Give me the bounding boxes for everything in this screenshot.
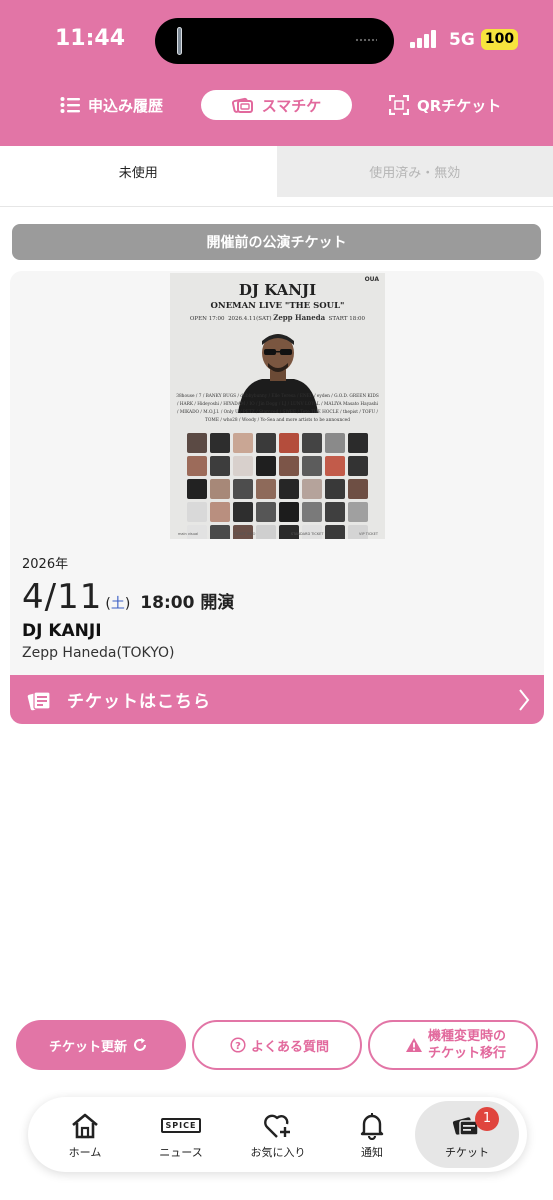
home-icon (72, 1113, 98, 1138)
section-label: 開催前の公演チケット (12, 224, 541, 260)
tab-unused[interactable]: 未使用 (0, 146, 277, 197)
dynamic-island (155, 18, 394, 64)
faq-button[interactable]: ? よくある質問 (192, 1020, 362, 1070)
list-icon (60, 97, 80, 113)
tab-used-invalid[interactable]: 使用済み・無効 (276, 146, 553, 197)
signal-icon (410, 30, 440, 48)
island-dots (355, 38, 377, 42)
event-day-of-week: (土) (105, 596, 131, 612)
tabbar-favorites[interactable]: お気に入り (228, 1097, 328, 1172)
poster-title: DJ KANJI (238, 281, 317, 299)
refresh-ticket-label: チケット更新 (48, 1039, 127, 1055)
network-type: 5G (449, 30, 475, 50)
event-poster: OUA DJ KANJI ONEMAN LIVE "THE SOUL" OPEN… (170, 273, 385, 539)
device-transfer-label: 機種変更時の チケット移行 (427, 1029, 506, 1061)
tab-label: スマチケ (261, 96, 322, 115)
usage-tabs: 未使用 使用済み・無効 (0, 146, 553, 197)
chevron-right-icon (519, 689, 530, 711)
tab-label: 申込み履歴 (88, 96, 164, 115)
tabbar-favorites-label: お気に入り (250, 1145, 306, 1159)
bottom-tab-bar: ホーム SPICE ニュース お気に入り 通知 チケット 1 (28, 1097, 527, 1172)
help-circle-icon: ? (230, 1037, 246, 1053)
tab-qr-ticket[interactable]: QRチケット (389, 90, 501, 120)
tabbar-notifications-label: 通知 (361, 1145, 383, 1159)
refresh-icon (134, 1038, 146, 1051)
event-venue: Zepp Haneda(TOKYO) (22, 645, 175, 661)
divider (0, 206, 553, 207)
tab-application-history[interactable]: 申込み履歴 (60, 90, 163, 120)
bell-icon (360, 1112, 384, 1140)
poster-info: OPEN 17:00 2026.4.11(SAT) Zepp Haneda ST… (189, 313, 366, 322)
view-ticket-button[interactable]: チケットはこちら (10, 675, 544, 724)
smart-ticket-icon (231, 97, 253, 113)
refresh-ticket-button[interactable]: チケット更新 (16, 1020, 186, 1070)
battery-icon: 100 (481, 29, 518, 50)
warning-icon (405, 1038, 422, 1052)
event-year: 2026年 (22, 557, 69, 572)
tabbar-news-label: ニュース (159, 1145, 203, 1159)
svg-text:?: ? (235, 1041, 241, 1052)
event-date: 4/11 (土) 18:00 開演 (22, 577, 234, 617)
notification-badge: 1 (475, 1107, 499, 1131)
spice-logo-icon: SPICE (160, 1118, 202, 1133)
island-indicator (177, 27, 182, 55)
ticket-card[interactable]: OUA DJ KANJI ONEMAN LIVE "THE SOUL" OPEN… (10, 271, 544, 724)
tabbar-notifications[interactable]: 通知 (322, 1097, 422, 1172)
event-artist: DJ KANJI (22, 621, 102, 641)
tabbar-news[interactable]: SPICE ニュース (131, 1097, 231, 1172)
tabbar-tickets-label: チケット (445, 1145, 489, 1159)
faq-label: よくある質問 (250, 1039, 329, 1055)
view-ticket-label: チケットはこちら (67, 692, 211, 712)
tabbar-home-label: ホーム (68, 1145, 102, 1159)
event-month-day: 4/11 (22, 577, 103, 617)
app-header: 11:44 5G 100 申込み履歴 スマチケ QRチケット (0, 0, 553, 146)
poster-footer: main visual TICKET INFO STANDARD TICKET … (178, 532, 378, 536)
poster-photo-grid (182, 433, 373, 539)
poster-guests: 38house / 7 / BANKY BUGS / dubbybunny / … (176, 394, 379, 423)
device-transfer-button[interactable]: 機種変更時の チケット移行 (368, 1020, 538, 1070)
tab-label: QRチケット (417, 96, 502, 115)
tabbar-home[interactable]: ホーム (35, 1097, 135, 1172)
tab-smart-ticket[interactable]: スマチケ (201, 90, 352, 120)
ticket-icon (27, 690, 51, 710)
tabbar-tickets[interactable]: チケット 1 (415, 1101, 519, 1168)
poster-subtitle: ONEMAN LIVE "THE SOUL" (210, 301, 345, 311)
qr-scan-icon (389, 95, 409, 115)
status-time: 11:44 (55, 26, 126, 51)
heart-plus-icon (264, 1114, 290, 1138)
event-start-time: 18:00 開演 (140, 593, 235, 613)
